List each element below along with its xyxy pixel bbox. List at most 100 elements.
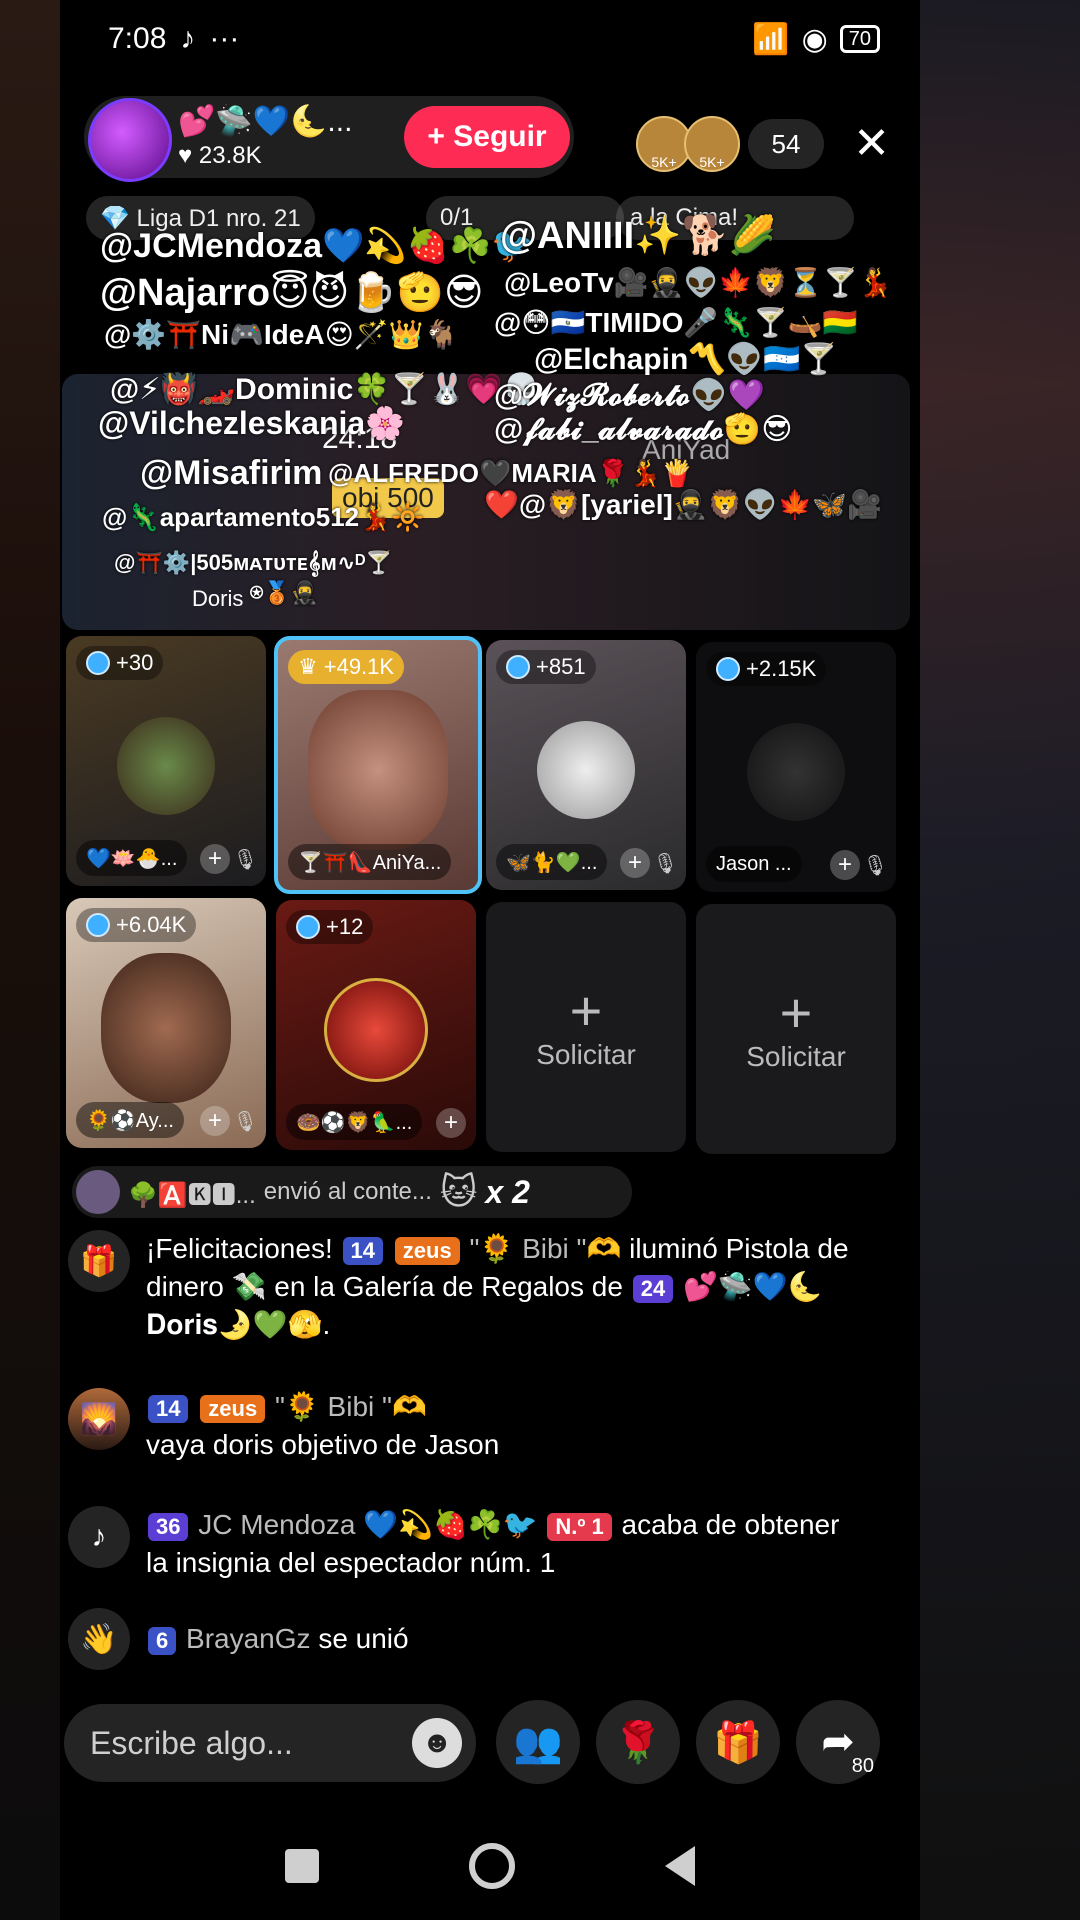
mention: @Najarro😇😈🍺🫡😎 bbox=[100, 272, 484, 314]
diamond-icon bbox=[716, 657, 740, 681]
tiktok-icon: ♪ bbox=[68, 1506, 130, 1568]
share-count: 80 bbox=[851, 1755, 874, 1777]
chat-user[interactable]: JC Mendoza 💙💫🍓☘️🐦 bbox=[198, 1509, 537, 1540]
guest-name: 🍩⚽🦁🦜... bbox=[286, 1104, 423, 1140]
guest-name: 💙🪷🐣... bbox=[76, 840, 188, 876]
emoji-icon[interactable]: ☻ bbox=[412, 1718, 462, 1768]
level-badge: 6 bbox=[148, 1627, 177, 1655]
gift-notification: 🌳🅰️🅺️🅸️... envió al conte... 🐱 x 2 bbox=[72, 1166, 632, 1218]
level-badge: 24 bbox=[632, 1275, 674, 1303]
host-card[interactable]: 💕🛸💙🌜... ♥ 23.8K + Seguir bbox=[84, 96, 574, 182]
chat-body: vaya doris objetivo de Jason bbox=[146, 1429, 500, 1460]
gift-count: x 2 bbox=[485, 1173, 530, 1210]
add-icon[interactable]: + bbox=[436, 1108, 466, 1138]
wifi-icon: ◉ bbox=[801, 22, 828, 56]
mention: @ANIIII✨🐕🌽 bbox=[500, 215, 777, 257]
rose-icon[interactable]: 🌹 bbox=[596, 1700, 680, 1784]
host-name: 💕🛸💙🌜... bbox=[178, 105, 353, 138]
signal-icon: 📶 bbox=[752, 22, 790, 56]
request-label: Solicitar bbox=[746, 1041, 846, 1072]
left-backdrop bbox=[0, 0, 60, 1920]
mention: @LeoTv🎥🥷👽🍁🦁⏳🍸💃 bbox=[504, 267, 893, 298]
guest-score-value: +2.15K bbox=[746, 656, 817, 681]
level-badge: 36 bbox=[148, 1513, 189, 1541]
wave-icon: 👋 bbox=[68, 1608, 130, 1670]
guest-score: +30 bbox=[76, 646, 164, 680]
mention: @🦎apartamento512💃🔆 bbox=[102, 502, 424, 532]
add-icon[interactable]: + bbox=[200, 1106, 230, 1136]
comment-input[interactable]: Escribe algo... ☻ bbox=[64, 1704, 476, 1782]
diamond-icon bbox=[86, 651, 110, 675]
request-slot[interactable]: + Solicitar bbox=[486, 902, 686, 1152]
close-icon[interactable]: ✕ bbox=[853, 118, 890, 169]
tiktok-icon: ♪ bbox=[180, 22, 196, 55]
diamond-icon bbox=[506, 655, 530, 679]
viewer-avatar[interactable]: 5K+ bbox=[684, 116, 740, 172]
guest-video bbox=[308, 690, 448, 850]
chat-user[interactable]: BrayanGz bbox=[186, 1623, 311, 1654]
guest-avatar bbox=[117, 717, 215, 815]
gift-sender: 🌳🅰️🅺️🅸️... bbox=[128, 1181, 256, 1209]
guest-tile[interactable]: +2.15K Jason ... + 🎙 bbox=[696, 642, 896, 892]
guest-tile[interactable]: ♛ +49.1K 🍸⛩️👠AniYa... bbox=[274, 636, 482, 894]
mention: @⚡👹🏎️Dominic🍀🍸🐰💗💀 bbox=[110, 373, 541, 406]
guest-score: +851 bbox=[496, 650, 596, 684]
mic-off-icon: 🎙 bbox=[232, 849, 258, 871]
add-icon[interactable]: + bbox=[830, 850, 860, 880]
guest-avatar bbox=[747, 723, 845, 821]
mention: @⚙️⛩️Ni🎮IdeA😍🪄👑🐐 bbox=[104, 319, 459, 350]
clock: 7:08 bbox=[108, 22, 167, 55]
mention: @Elchapin〽️👽🇭🇳🍸 bbox=[534, 343, 838, 376]
diamond-icon bbox=[296, 915, 320, 939]
chat-user[interactable]: "🌻 Bibi "🫶 bbox=[469, 1233, 621, 1264]
mention: @JCMendoza💙💫🍓☘️🐦 bbox=[100, 227, 534, 265]
guest-name: 🦋🐈💚... bbox=[496, 844, 608, 880]
guest-score: +12 bbox=[286, 910, 374, 944]
home-icon[interactable] bbox=[469, 1843, 515, 1889]
gift-icon: 🐱 bbox=[439, 1171, 478, 1212]
gift-text: envió al conte... bbox=[263, 1178, 432, 1205]
mention: @😳🇸🇻TIMIDO🎤🦎🍸🛶🇧🇴 bbox=[494, 307, 858, 338]
gift-sender-avatar bbox=[76, 1170, 120, 1214]
add-icon[interactable]: + bbox=[620, 848, 650, 878]
add-icon[interactable]: + bbox=[200, 844, 230, 874]
gift-box-icon: 🎁 bbox=[68, 1230, 130, 1292]
multi-guest-icon[interactable]: 👥 bbox=[496, 1700, 580, 1784]
host-avatar[interactable] bbox=[88, 98, 172, 182]
mention: ❤️@🦁[yariel]🥷🦁👽🍁🦋🎥 bbox=[484, 489, 883, 520]
guest-name: 🍸⛩️👠AniYa... bbox=[288, 844, 452, 880]
mic-off-icon: 🎙 bbox=[232, 1111, 258, 1133]
guest-name: 🌻⚽Ay... bbox=[76, 1102, 184, 1138]
crown-icon: ♛ bbox=[298, 654, 318, 679]
guest-score: ♛ +49.1K bbox=[288, 650, 405, 684]
guest-avatar bbox=[537, 721, 635, 819]
guest-score-value: +30 bbox=[116, 650, 154, 675]
guest-tile[interactable]: +6.04K 🌻⚽Ay... + 🎙 bbox=[66, 898, 266, 1148]
status-bar: 7:08 ♪ ··· 📶 ◉ 70 bbox=[108, 18, 880, 60]
mic-off-icon: 🎙 bbox=[652, 853, 678, 875]
host-likes: ♥ 23.8K bbox=[178, 142, 262, 169]
request-slot[interactable]: + Solicitar bbox=[696, 904, 896, 1154]
mic-off-icon: 🎙 bbox=[862, 855, 888, 877]
guest-tile[interactable]: +851 🦋🐈💚... + 🎙 bbox=[486, 640, 686, 890]
viewer-list[interactable]: 5K+ 5K+ 54 bbox=[636, 116, 824, 172]
guest-tile[interactable]: +12 🍩⚽🦁🦜... + bbox=[276, 900, 476, 1150]
guest-score: +2.15K bbox=[706, 652, 827, 686]
guest-name: Jason ... bbox=[706, 846, 802, 882]
chat-user[interactable]: "🌻 Bibi "🫶 bbox=[275, 1391, 427, 1422]
mention: @ALFREDO🖤MARIA🌹💃🍟 bbox=[328, 458, 694, 488]
viewer-count[interactable]: 54 bbox=[748, 119, 824, 169]
user-avatar[interactable]: 🌄 bbox=[68, 1388, 130, 1450]
back-icon[interactable] bbox=[665, 1846, 695, 1886]
follow-button[interactable]: + Seguir bbox=[404, 106, 570, 168]
mention: @⛩️⚙️|505ᴍᴀᴛᴜᴛᴇ𝄞ᴍ∿ᴰ🍸 bbox=[114, 550, 393, 575]
recents-icon[interactable] bbox=[285, 1849, 319, 1883]
guest-tile[interactable]: +30 💙🪷🐣... + 🎙 bbox=[66, 636, 266, 886]
guest-video bbox=[101, 953, 231, 1103]
plus-icon: + bbox=[569, 979, 603, 1042]
system-nav-bar bbox=[60, 1836, 920, 1896]
phone-screen: 7:08 ♪ ··· 📶 ◉ 70 💕🛸💙🌜... ♥ 23.8K + Segu… bbox=[60, 0, 920, 1920]
chat-body: se unió bbox=[318, 1623, 409, 1654]
share-button[interactable]: ➦ 80 bbox=[796, 1700, 880, 1784]
gift-icon[interactable]: 🎁 bbox=[696, 1700, 780, 1784]
